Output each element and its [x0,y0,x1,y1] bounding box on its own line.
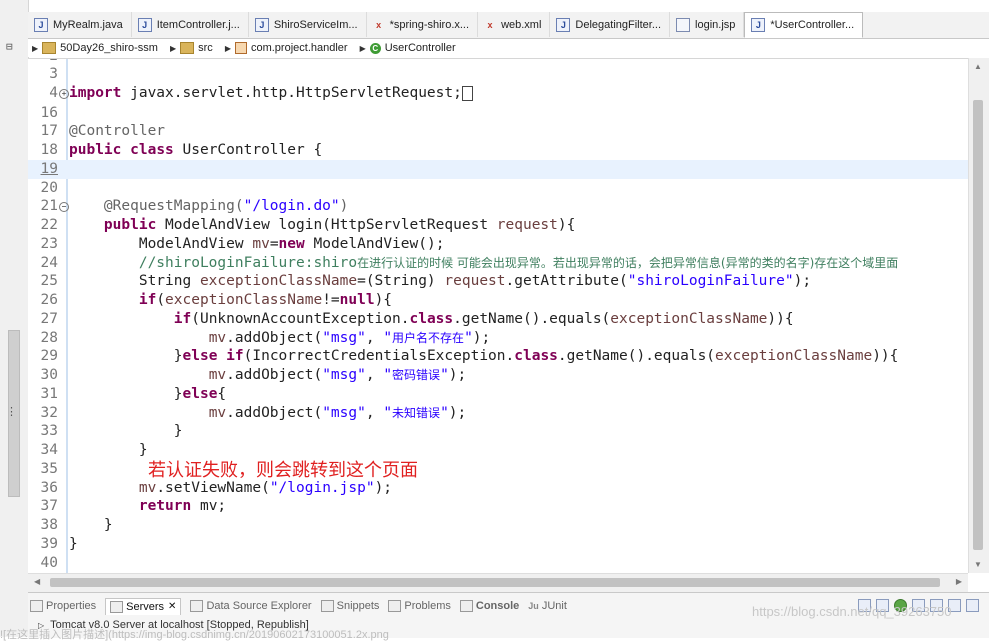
tab-console[interactable]: Console [459,600,519,612]
code-line: 24 //shiroLoginFailure:shiro在进行认证的时候 可能会… [40,255,899,271]
code-line: 30 mv.addObject("msg", "密码错误"); [40,367,467,383]
class-icon: C [369,42,381,54]
red-annotation-note: 若认证失败，则会跳转到这个页面 [148,460,418,481]
code-line: 26 if(exceptionClassName!=null){ [40,292,393,308]
tab-problems[interactable]: Problems [388,600,451,612]
code-line: 20 [40,180,58,196]
breadcrumb-arrow-icon: ▶ [359,43,366,53]
java-file-icon: J [556,17,571,32]
source-folder-icon [180,42,195,54]
tab-delegatingfilter[interactable]: J DelegatingFilter... [550,12,671,37]
tab-login-jsp[interactable]: login.jsp [670,12,745,37]
watermark: https://blog.csdn.net/qq_39263750 [752,604,952,619]
tab-data-source-explorer[interactable]: Data Source Explorer [190,600,312,612]
folded-region-icon[interactable] [461,85,473,101]
code-line: 37 return mv; [40,498,227,514]
fold-collapse-icon[interactable]: − [59,202,69,212]
breadcrumb-class[interactable]: C UserController [369,42,460,54]
close-icon[interactable]: ✕ [168,601,176,612]
vertical-scrollbar[interactable]: ▲ ▼ [968,58,989,573]
code-editor[interactable]: 2 3 4+import javax.servlet.http.HttpServ… [28,58,968,574]
code-line: 25 String exceptionClassName=(String) re… [40,273,812,289]
horizontal-scrollbar[interactable]: ◀ ▶ [28,573,968,592]
left-panel-strip: ⊟ ⋮ [0,0,29,637]
code-line: 31 }else{ [40,386,227,402]
tab-myrealm[interactable]: J MyRealm.java [28,12,132,37]
minimize-icon[interactable] [966,599,979,612]
code-line: 40 [40,555,58,571]
console-icon [459,600,473,612]
drag-handle-icon[interactable]: ⋮ [6,405,17,418]
jsp-file-icon [676,17,691,32]
breadcrumb-arrow-icon: ▶ [169,43,177,53]
scroll-up-icon[interactable]: ▲ [974,62,982,71]
current-code-line: 19 [28,160,968,179]
breadcrumb: ▶ 50Day26_shiro-ssm ▶ src ▶ com.project.… [28,39,989,57]
package-icon [234,42,247,54]
breadcrumb-src[interactable]: src [180,42,217,54]
breadcrumb-arrow-icon: ▶ [224,43,231,53]
java-file-icon: J [254,17,269,32]
horizontal-scroll-thumb[interactable] [50,578,940,587]
code-line: 17 @Controller [40,123,166,139]
tab-usercontroller[interactable]: J *UserController... [744,12,864,38]
java-file-icon: J [34,17,48,32]
markdown-overlay-text: ![在这里插入图片描述](https://img-blog.csdnimg.cn… [0,629,389,641]
snippets-icon [320,600,334,612]
code-line: 23 ModelAndView mv=new ModelAndView(); [40,236,445,252]
code-line: 22 public ModelAndView login(HttpServlet… [40,217,576,233]
code-line: 27 if(UnknownAccountException.class.getN… [40,311,794,327]
scroll-left-icon[interactable]: ◀ [34,577,40,586]
code-line: 32 mv.addObject("msg", "未知错误"); [40,405,467,421]
code-line: 4 + import javax.servlet.http.HttpServletR… [28,84,968,103]
tab-spring-shiro-xml[interactable]: x *spring-shiro.x... [367,12,479,37]
tab-properties[interactable]: Properties [30,600,96,612]
java-file-icon: J [751,18,766,32]
scroll-right-icon[interactable]: ▶ [956,577,962,586]
junit-icon: Ju [528,601,539,611]
tab-snippets[interactable]: Snippets [320,600,379,612]
tab-junit[interactable]: Ju JUnit [528,600,567,612]
xml-file-icon: x [487,19,493,30]
servers-icon [110,600,124,613]
tab-servers[interactable]: Servers ✕ [105,597,182,615]
tab-shiroserviceimpl[interactable]: J ShiroServiceIm... [249,12,367,37]
code-line: 3 [49,66,58,82]
data-source-icon [190,600,204,612]
code-line: 38 } [40,517,113,533]
tab-web-xml[interactable]: x web.xml [478,12,551,37]
breadcrumb-project[interactable]: 50Day26_shiro-ssm [42,42,162,54]
problems-icon [388,600,402,612]
xml-file-icon: x [376,19,382,30]
code-line: 21− @RequestMapping("/login.do") [40,198,349,214]
scroll-down-icon[interactable]: ▼ [974,560,982,569]
breadcrumb-arrow-icon: ▶ [32,43,39,53]
fold-expand-icon[interactable]: + [59,89,69,99]
code-line: 18 public class UserController { [40,142,323,158]
tab-itemcontroller[interactable]: J ItemController.j... [132,12,249,37]
code-line: 28 mv.addObject("msg", "用户名不存在"); [40,330,491,346]
properties-icon [30,600,43,612]
vertical-scroll-thumb[interactable] [973,100,983,550]
editor-tab-bar: J MyRealm.java J ItemController.j... J Shir… [28,12,989,39]
code-line: 33 } [40,423,183,439]
code-line: 16 [40,105,58,121]
code-line: 39} [40,536,78,552]
bottom-tab-bar: Properties Servers ✕ Data Source Explorer… [30,595,576,617]
java-file-icon: J [137,17,152,32]
restore-icon[interactable]: ⊟ [6,40,13,53]
breadcrumb-package[interactable]: com.project.handler [234,42,352,54]
project-folder-icon [42,42,57,54]
code-line: 29 }else if(IncorrectCredentialsExceptio… [40,348,899,364]
